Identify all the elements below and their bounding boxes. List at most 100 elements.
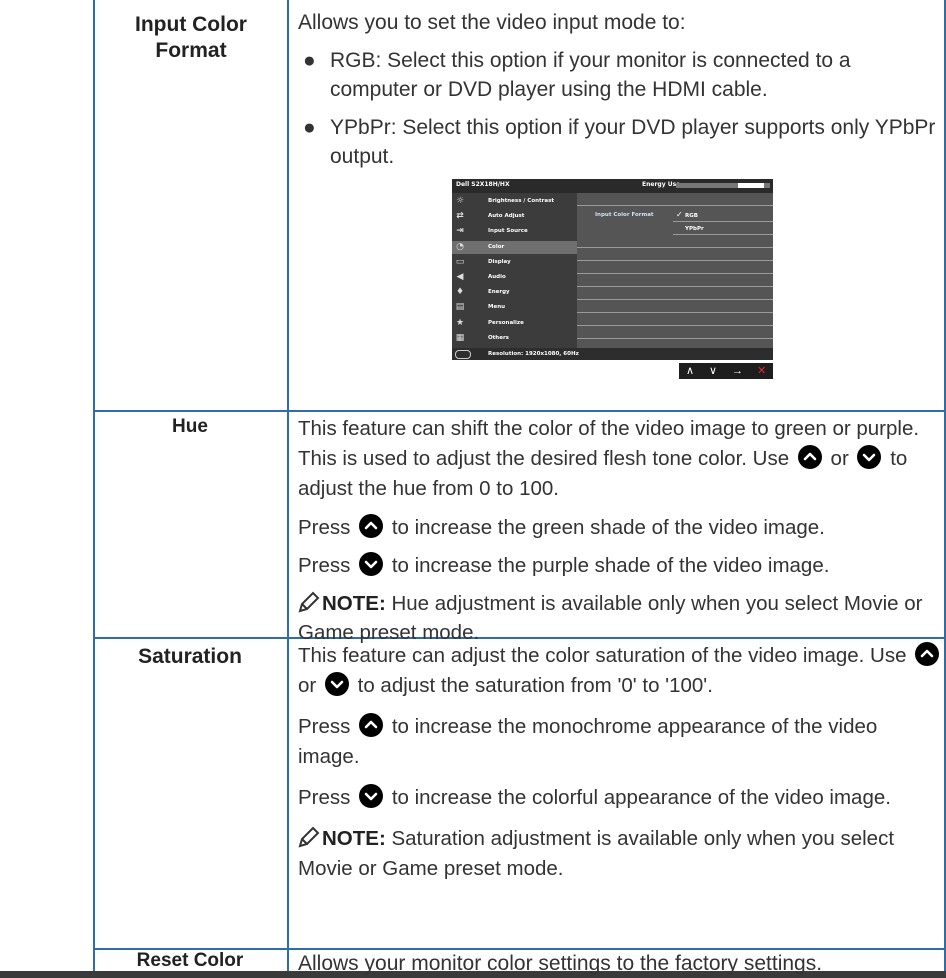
row-divider-hue <box>93 410 946 412</box>
bullet-rgb-text: RGB: Select this option if your monitor … <box>330 49 851 101</box>
osd-energy-meter <box>676 183 770 188</box>
osd-row-line <box>673 234 773 235</box>
osd-row-line <box>577 338 773 339</box>
osd-menu-item: ⇥ Input Source <box>452 225 577 238</box>
osd-submenu-panel: Input Color Format ✓ RGB YPbPr <box>577 193 773 348</box>
press-label: Press <box>298 715 351 738</box>
osd-menu-screenshot: Dell S2X18H/HX Energy Use ☼ Brightness / … <box>452 179 773 360</box>
reset-color-description: Allows your monitor color settings to th… <box>298 952 823 975</box>
exit-icon: ✕ <box>757 365 767 377</box>
up-button-icon <box>915 642 940 666</box>
down-arrow-icon: ∨ <box>709 365 718 377</box>
osd-menu-item-label: Energy <box>488 289 510 296</box>
down-button-icon <box>324 672 349 696</box>
row-name-hue: Hue <box>95 416 285 438</box>
hue-label: Hue <box>172 416 208 437</box>
osd-menu-item: ◀ Audio <box>452 271 577 284</box>
table-left-border <box>93 0 95 971</box>
osd-energy-fill <box>738 183 765 188</box>
osd-menu-item-label: Personalize <box>488 319 524 326</box>
hdmi-icon <box>455 350 471 359</box>
auto-adjust-icon: ⇄ <box>456 211 464 222</box>
enter-arrow-icon: → <box>732 365 743 377</box>
osd-row-line <box>577 247 773 248</box>
audio-icon: ◀ <box>456 272 464 282</box>
saturation-text-1: This feature can adjust the color satura… <box>298 644 907 667</box>
hue-description: This feature can shift the color of the … <box>298 414 943 504</box>
reset-color-label: Reset Color <box>136 950 244 971</box>
hue-press-up: Press to increase the green shade of the… <box>298 513 943 542</box>
saturation-colorful-text: to increase the colorful appearance of t… <box>391 786 891 809</box>
saturation-description: This feature can adjust the color satura… <box>298 641 943 701</box>
row-desc-saturation: This feature can adjust the color satura… <box>298 641 943 884</box>
row-desc-hue: This feature can shift the color of the … <box>298 414 943 647</box>
osd-menu-item: ♦ Energy <box>452 286 577 299</box>
hue-note: NOTE: Hue adjustment is available only w… <box>298 589 943 647</box>
hue-note-text: Hue adjustment is available only when yo… <box>298 592 923 644</box>
down-button-icon <box>359 784 384 808</box>
osd-menu-item-label: Color <box>488 243 505 250</box>
color-icon: ◔ <box>456 241 464 252</box>
row-name-input-color-format: Input Color Format <box>98 12 284 64</box>
hue-press-down: Press to increase the purple shade of th… <box>298 551 943 580</box>
osd-menu-item-label: Input Source <box>488 228 528 235</box>
energy-icon: ♦ <box>455 287 465 298</box>
hue-green-text: to increase the green shade of the video… <box>391 516 825 539</box>
settings-table: Input Color Format Allows you to set the… <box>0 0 946 975</box>
saturation-note-text: Saturation adjustment is available only … <box>298 827 895 880</box>
osd-row-line <box>577 299 773 300</box>
input-color-format-label: Input Color Format <box>135 13 247 62</box>
osd-menu-item-label: Menu <box>488 304 506 311</box>
osd-menu-list: ☼ Brightness / Contrast ⇄ Auto Adjust ⇥ Input… <box>452 193 577 350</box>
osd-menu-item-label: Audio <box>488 274 506 280</box>
note-pencil-icon <box>298 591 320 613</box>
osd-menu-item: ☼ Brightness / Contrast <box>452 195 577 208</box>
saturation-text-range: to adjust the saturation from '0' to '10… <box>357 674 713 697</box>
brightness-icon: ☼ <box>455 196 465 206</box>
others-icon: ▦ <box>455 332 465 343</box>
osd-nav-buttons: ∧ ∨ → ✕ <box>679 363 773 379</box>
page: Input Color Format Allows you to set the… <box>0 0 946 975</box>
row-name-reset-color: Reset Color <box>95 950 285 972</box>
up-button-icon <box>359 713 384 737</box>
hue-purple-text: to increase the purple shade of the vide… <box>391 554 830 577</box>
note-label: NOTE: <box>322 827 386 850</box>
table-column-divider <box>287 0 289 971</box>
input-color-format-intro: Allows you to set the video input mode t… <box>298 11 686 34</box>
row-desc-reset-color: Allows your monitor color settings to th… <box>298 949 943 978</box>
saturation-press-down: Press to increase the colorful appearanc… <box>298 783 943 813</box>
osd-resolution: Resolution: 1920x1080, 60Hz <box>488 351 579 357</box>
osd-energy-label: Energy Use <box>642 181 681 188</box>
osd-menu-item-label: Brightness / Contrast <box>488 198 554 204</box>
press-label: Press <box>298 786 351 809</box>
osd-row-line <box>577 260 773 261</box>
osd-resolution-bar: Resolution: 1920x1080, 60Hz <box>452 348 773 360</box>
osd-menu-item: ⇄ Auto Adjust <box>452 210 577 223</box>
personalize-icon: ★ <box>455 317 465 328</box>
saturation-label: Saturation <box>138 645 242 668</box>
bullet-dot: ● <box>303 116 316 139</box>
osd-row-line <box>577 286 773 287</box>
down-button-icon <box>359 552 384 576</box>
osd-row-line <box>577 325 773 326</box>
osd-menu-item-label: Others <box>488 334 509 341</box>
saturation-monochrome-text: to increase the monochrome appearance of… <box>298 715 878 768</box>
display-icon: ▭ <box>455 256 465 267</box>
osd-menu-item-label: Auto Adjust <box>488 213 525 220</box>
bullet-ypbpr-text: YPbPr: Select this option if your DVD pl… <box>330 116 936 168</box>
osd-row-line <box>577 312 773 313</box>
row-name-saturation: Saturation <box>95 645 285 669</box>
osd-title-bar: Dell S2X18H/HX Energy Use <box>452 179 773 193</box>
bullet-rgb: ● RGB: Select this option if your monito… <box>298 46 943 104</box>
osd-option-rgb: RGB <box>685 213 698 219</box>
osd-menu-item: ★ Personalize <box>452 317 577 330</box>
up-button-icon <box>359 514 384 538</box>
osd-menu-item-label: Display <box>488 258 511 265</box>
hue-text-1: This feature can shift the color of the … <box>298 417 920 470</box>
osd-menu-item: ◔ Color <box>452 240 577 254</box>
hue-text-or: or <box>830 447 849 470</box>
note-pencil-icon <box>298 826 320 848</box>
bullet-ypbpr: ● YPbPr: Select this option if your DVD … <box>298 113 943 171</box>
press-label: Press <box>298 554 351 577</box>
down-button-icon <box>857 445 882 469</box>
